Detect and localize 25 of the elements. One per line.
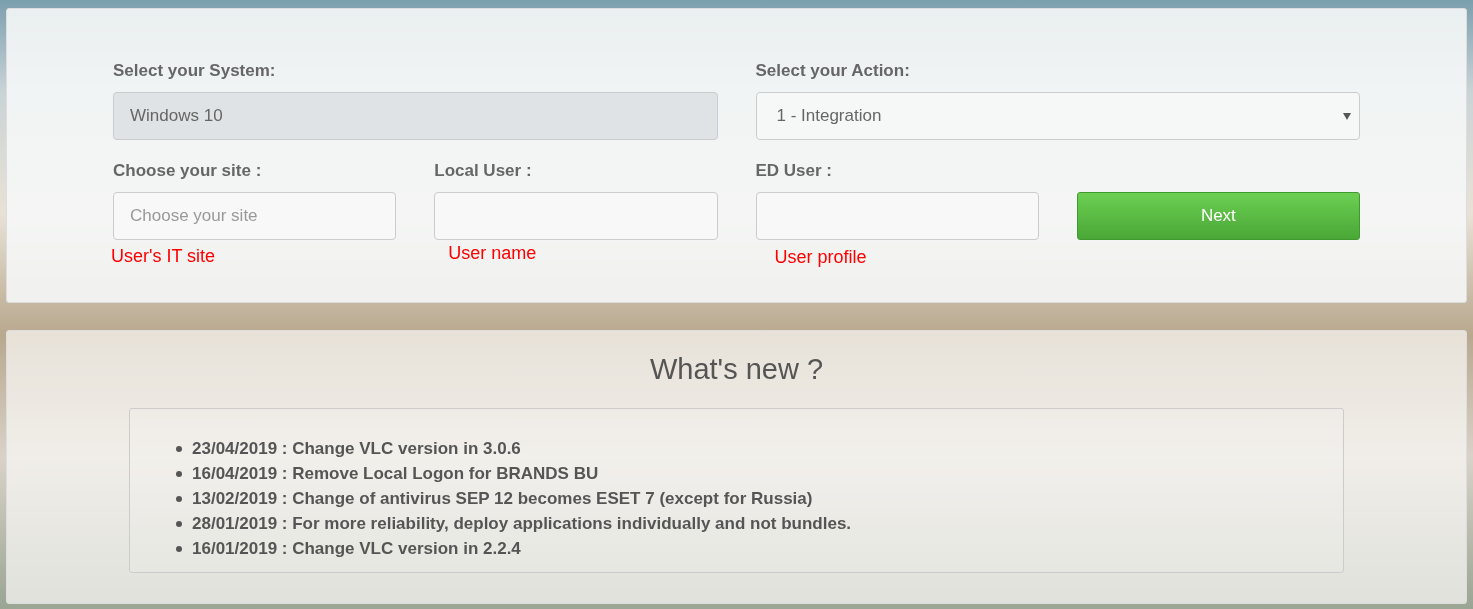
hint-text: User name xyxy=(448,243,537,265)
news-item: 23/04/2019 : Change VLC version in 3.0.6 xyxy=(192,438,521,459)
next-button[interactable]: Next xyxy=(1076,192,1360,240)
field-label: ED User : xyxy=(755,161,833,182)
field-label: Local User : xyxy=(434,161,532,182)
local-user-field[interactable] xyxy=(434,192,718,240)
bullet-dot xyxy=(176,520,182,527)
hint-text: User's IT site xyxy=(111,246,216,268)
hint-text: User profile xyxy=(774,247,867,268)
bullet-dot xyxy=(176,445,182,452)
news-item: 16/04/2019 : Remove Local Logon for BRANDS BU xyxy=(192,463,599,484)
field-label: Choose your site : xyxy=(113,161,262,182)
bullet-dot xyxy=(176,545,182,552)
field-label: Select your Action: xyxy=(755,61,910,82)
action-dropdown[interactable]: 1 - Integration xyxy=(755,92,1360,140)
news-item: 28/01/2019 : For more reliability, deploy applications individually and not bundles. xyxy=(192,513,852,534)
bullet-dot xyxy=(176,470,182,477)
bullet-dot xyxy=(176,495,182,502)
caret-icon xyxy=(1343,112,1351,120)
news-item: 16/01/2019 : Change VLC version in 2.2.4 xyxy=(192,538,521,559)
ed-user-field[interactable] xyxy=(755,192,1039,240)
news-item: 13/02/2019 : Change of antivirus SEP 12 becomes ESET 7 (except for Russia) xyxy=(192,488,813,509)
site-field[interactable]: Choose your site xyxy=(113,192,397,240)
field-label: Select your System: xyxy=(113,61,276,82)
section-title: What's new ? xyxy=(649,353,824,386)
